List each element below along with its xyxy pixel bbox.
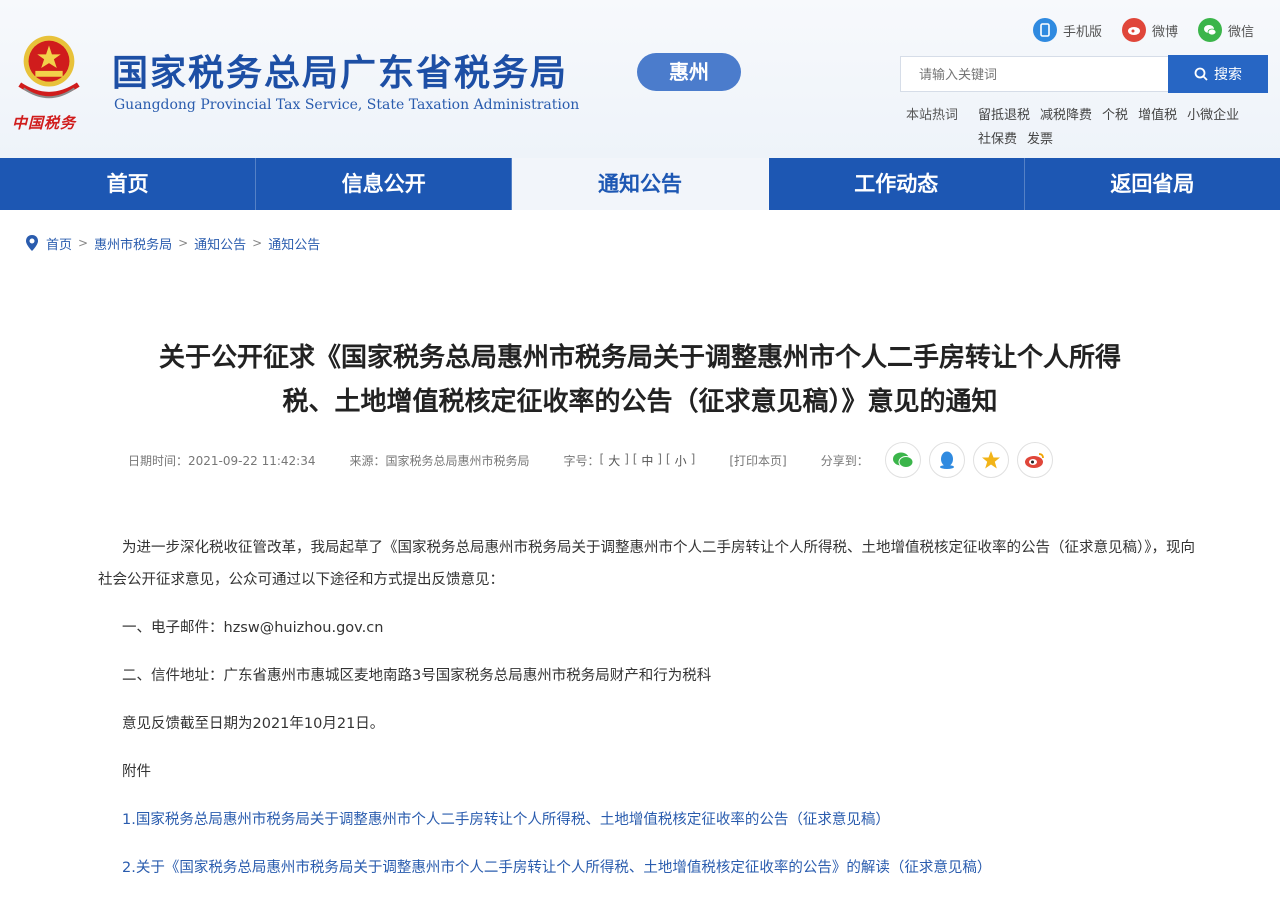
font-size-label: 字号： [563,453,600,468]
breadcrumb: 首页 > 惠州市税务局 > 通知公告 > 通知公告 [24,232,320,254]
nav-item-notices[interactable]: 通知公告 [512,158,769,210]
share-qzone-icon[interactable] [972,442,1009,478]
article-title: 关于公开征求《国家税务总局惠州市税务局关于调整惠州市个人二手房转让个人所得 税、… [60,336,1220,424]
nav-item-info[interactable]: 信息公开 [256,158,513,210]
source-label: 来源： [349,453,386,468]
wechat-icon [1198,18,1223,42]
font-small-button[interactable]: 小 [675,452,687,469]
deadline-text: 意见反馈截至日期为2021年10月21日。 [122,716,385,732]
article-body: 为进一步深化税收征管改革，我局起草了《国家税务总局惠州市税务局关于调整惠州市个人… [98,532,1198,884]
hot-search: 本站热词 留抵退税 减税降费 个税 增值税 小微企业 社保费 发票 [906,104,1266,152]
article-source: 来源：国家税务总局惠州市税务局 [349,452,529,469]
article-title-line2: 税、土地增值税核定征收率的公告（征求意见稿）》意见的通知 [282,387,998,417]
print-label: 打印本页 [734,453,783,468]
hot-search-item[interactable]: 发票 [1027,128,1053,152]
publish-time-value: 2021-09-22 11:42:34 [188,453,316,468]
mobile-icon [1033,18,1057,42]
font-medium-button[interactable]: 中 [641,452,653,469]
source-value: 国家税务总局惠州市税务局 [385,453,530,468]
emblem-caption: 中国税务 [12,114,77,132]
weibo-link-label: 微博 [1152,24,1179,40]
location-pin-icon [26,235,38,251]
font-large-button[interactable]: 大 [608,452,620,469]
nav-item-news[interactable]: 工作动态 [769,158,1025,210]
attachment-link-1[interactable]: 1.国家税务总局惠州市税务局关于调整惠州市个人二手房转让个人所得税、土地增值税核… [98,804,1198,836]
wechat-link[interactable]: 微信 [1198,18,1254,42]
article-meta: 日期时间：2021-09-22 11:42:34 来源：国家税务总局惠州市税务局… [128,442,1053,478]
national-emblem-icon [18,35,80,99]
hot-search-item[interactable]: 社保费 [978,128,1017,152]
hot-search-item[interactable]: 留抵退税 [978,104,1030,128]
main-nav: 首页 信息公开 通知公告 工作动态 返回省局 [0,158,1280,210]
hot-search-item[interactable]: 减税降费 [1040,104,1092,128]
print-button[interactable]: [打印本页] [729,452,786,469]
share-wechat-icon[interactable] [884,442,921,478]
breadcrumb-bureau[interactable]: 惠州市税务局 [94,234,172,253]
attachments-label: 附件 [122,764,151,780]
publish-time-label: 日期时间： [128,453,189,468]
weibo-icon [1122,18,1147,42]
weibo-link[interactable]: 微博 [1122,18,1178,42]
search-icon [1194,67,1208,81]
site-subtitle: Guangdong Provincial Tax Service, State … [114,97,580,113]
search-input[interactable] [900,56,1168,92]
nav-item-back[interactable]: 返回省局 [1025,158,1280,210]
share-icons [884,442,1053,478]
hot-search-item[interactable]: 个税 [1102,104,1128,128]
breadcrumb-home[interactable]: 首页 [46,234,72,253]
share-weibo-icon[interactable] [1016,442,1053,478]
contact-email: 一、电子邮件：hzsw@huizhou.gov.cn [122,620,384,636]
share-qq-icon[interactable] [928,442,965,478]
nav-item-home[interactable]: 首页 [0,158,257,210]
article-title-line1: 关于公开征求《国家税务总局惠州市税务局关于调整惠州市个人二手房转让个人所得 [158,343,1121,373]
search-button[interactable]: 搜索 [1168,55,1268,93]
breadcrumb-notices[interactable]: 通知公告 [194,234,246,253]
top-links: 手机版 微博 微信 [1033,18,1254,42]
wechat-link-label: 微信 [1228,24,1255,40]
chevron-right-icon: > [252,236,263,250]
article-paragraph: 为进一步深化税收征管改革，我局起草了《国家税务总局惠州市税务局关于调整惠州市个人… [98,540,1195,588]
breadcrumb-current[interactable]: 通知公告 [268,234,320,253]
city-badge[interactable]: 惠州 [637,53,741,91]
hot-search-label: 本站热词 [906,108,959,123]
hot-search-item[interactable]: 小微企业 [1187,104,1239,128]
site-header: 中国税务 国家税务总局广东省税务局 Guangdong Provincial T… [0,0,1280,158]
chevron-right-icon: > [178,236,189,250]
publish-time: 日期时间：2021-09-22 11:42:34 [128,452,315,469]
site-title[interactable]: 国家税务总局广东省税务局 [112,44,568,96]
share-label: 分享到： [820,453,869,468]
attachment-link-2[interactable]: 2.关于《国家税务总局惠州市税务局关于调整惠州市个人二手房转让个人所得税、土地增… [98,852,1198,884]
contact-address: 二、信件地址：广东省惠州市惠城区麦地南路3号国家税务总局惠州市税务局财产和行为税… [122,668,712,684]
mobile-link[interactable]: 手机版 [1033,18,1102,42]
mobile-link-label: 手机版 [1063,24,1103,40]
hot-search-item[interactable]: 增值税 [1138,104,1177,128]
search-button-label: 搜索 [1214,66,1242,82]
chevron-right-icon: > [78,236,89,250]
font-size-group: [大] [中] [小] [599,451,696,469]
